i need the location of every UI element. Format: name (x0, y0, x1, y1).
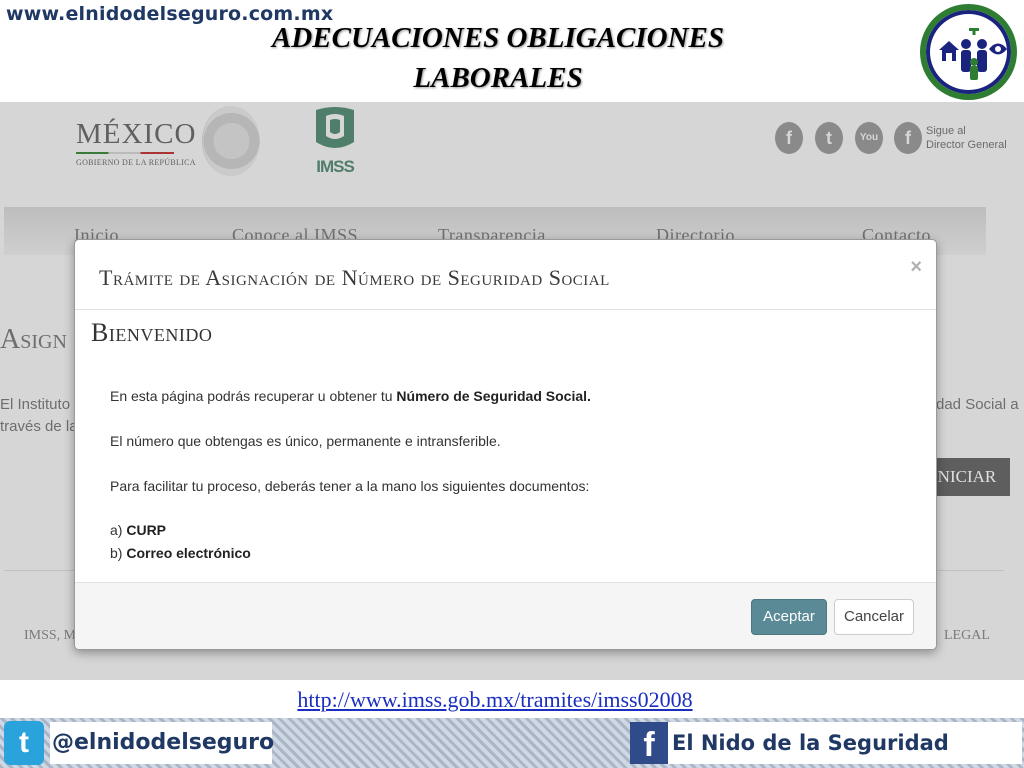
modal-title: Trámite de Asignación de Número de Segur… (99, 265, 610, 290)
modal-footer: Aceptar Cancelar (75, 582, 936, 649)
documents-paragraph: Para facilitar tu proceso, deberás tener… (110, 478, 590, 494)
twitter-icon: t (4, 721, 44, 765)
twitter-handle: @elnidodelseguro (50, 722, 274, 764)
footer-right-text: LEGAL (944, 628, 990, 643)
page-heading-partial: Asign (0, 324, 67, 355)
sigue-line1: Sigue al (926, 125, 966, 137)
document-item-curp: a) CURP (110, 522, 166, 538)
mexico-government-logo: MÉXICO GOBIERNO DE LA REPÚBLICA (76, 118, 196, 167)
bg-text-left-1: El Instituto (0, 396, 71, 413)
intro-bold: Número de Seguridad Social. (396, 388, 591, 404)
family-icon (961, 28, 987, 80)
document-item-email: b) Correo electrónico (110, 545, 251, 561)
unique-number-paragraph: El número que obtengas es único, permane… (110, 433, 501, 449)
modal-header: Trámite de Asignación de Número de Segur… (75, 240, 936, 310)
bg-text-left-2: través de la (0, 418, 78, 435)
doc-b-prefix: b) (110, 545, 127, 561)
sigue-line2: Director General (926, 139, 1007, 151)
imss-logo-icon: IMSS (316, 107, 355, 176)
tramite-link[interactable]: http://www.imss.gob.mx/tramites/imss0200… (0, 687, 990, 713)
imss-wordmark: IMSS (316, 157, 354, 176)
welcome-modal: Trámite de Asignación de Número de Segur… (74, 239, 937, 650)
intro-paragraph: En esta página podrás recuperar u obtene… (110, 388, 591, 404)
mexico-word: MÉXICO (76, 118, 197, 150)
doc-a-label: CURP (126, 522, 167, 538)
national-seal-icon (202, 106, 260, 176)
twitter-icon[interactable]: t (815, 122, 843, 154)
facebook-page-name: El Nido de la Seguridad Social (668, 722, 1022, 764)
accept-button[interactable]: Aceptar (751, 599, 827, 635)
doc-b-label: Correo electrónico (126, 545, 251, 561)
slide-title-line2: LABORALES (413, 62, 583, 94)
website-screenshot: MÉXICO GOBIERNO DE LA REPÚBLICA IMSS f t… (0, 102, 1024, 680)
shield-eye-icon (989, 43, 1007, 55)
footer-left-text: IMSS, M (24, 628, 77, 643)
slide-title-line1: ADECUACIONES OBLIGACIONES (271, 22, 725, 54)
mexico-subtitle: GOBIERNO DE LA REPÚBLICA (76, 158, 196, 167)
welcome-heading: Bienvenido (91, 318, 213, 347)
bg-text-right: dad Social a (936, 396, 1019, 413)
nido-family-logo-icon (920, 4, 1017, 100)
doc-a-prefix: a) (110, 522, 127, 538)
facebook-icon[interactable]: f (775, 122, 803, 154)
close-icon[interactable]: × (910, 256, 922, 279)
presentation-slide: www.elnidodelseguro.com.mx ADECUACIONES … (0, 0, 1024, 768)
facebook-icon: f (630, 722, 668, 764)
slide-title: ADECUACIONES OBLIGACIONES LABORALES (200, 18, 796, 98)
cancel-button[interactable]: Cancelar (834, 599, 914, 635)
intro-text: En esta página podrás recuperar u obtene… (110, 388, 397, 404)
follow-director-link[interactable]: Sigue al Director General (926, 124, 1007, 152)
tricolor-rule (76, 152, 174, 154)
youtube-icon[interactable]: You (855, 122, 883, 154)
facebook-icon[interactable]: f (894, 122, 922, 154)
